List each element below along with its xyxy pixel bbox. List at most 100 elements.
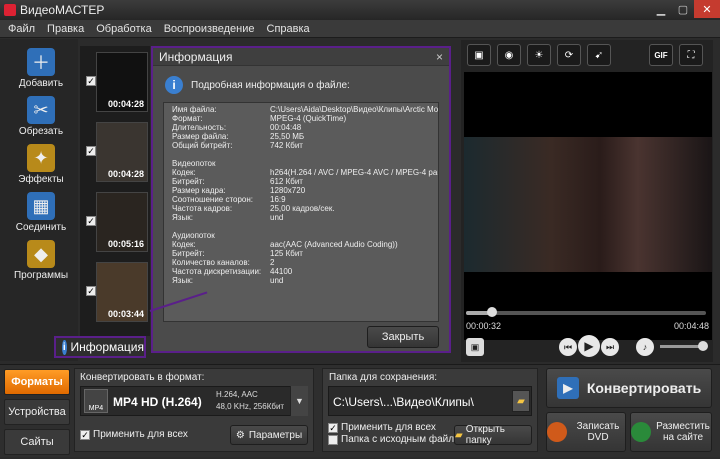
film-cut-icon: ✂ [27,96,55,124]
dialog-close-icon[interactable]: × [436,50,443,64]
info-value: und [270,276,284,285]
join-label: Соединить [15,222,67,233]
brightness-icon[interactable]: ☀ [527,44,551,66]
info-key: Количество каналов: [172,258,250,267]
add-label: Добавить [18,78,64,89]
minimize-icon[interactable]: ▁ [650,0,672,18]
next-icon[interactable]: ⏭ [601,338,619,356]
audio-section-title: Аудиопоток [172,231,215,240]
video-preview[interactable] [464,72,712,340]
crop-icon[interactable]: ▣ [467,44,491,66]
info-key: Битрейт: [172,249,205,258]
file-checkbox[interactable]: ✓ [86,286,96,296]
info-value: aac(AAC (Advanced Audio Coding)) [270,240,398,249]
info-value: h264(H.264 / AVC / MPEG-4 AVC / MPEG-4 p… [270,168,439,177]
tab-devices[interactable]: Устройства [4,399,70,425]
open-folder-button[interactable]: ▰ Открыть папку [454,424,532,446]
folder-icon[interactable]: ▰ [512,390,530,412]
open-folder-icon: ▰ [455,429,463,441]
close-icon[interactable]: ✕ [694,0,720,18]
info-key: Соотношение сторон: [172,195,254,204]
info-key: Частота кадров: [172,204,233,213]
convert-icon: ▶ [556,377,579,399]
effects-button[interactable]: ✦ Эффекты [11,141,71,185]
thumb-duration: 00:03:44 [107,309,144,319]
prev-icon[interactable]: ⏮ [559,338,577,356]
add-button[interactable]: ＋ Добавить [11,45,71,89]
file-checkbox[interactable]: ✓ [86,76,96,86]
speed-icon[interactable]: ➹ [587,44,611,66]
tab-sites[interactable]: Сайты [4,429,70,455]
file-thumbnail[interactable]: 00:04:28 [96,122,148,182]
mp4-format-icon: MP4 [84,389,108,413]
parameters-button[interactable]: ⚙ Параметры [230,425,308,445]
publish-button[interactable]: Разместить на сайте [630,412,712,452]
file-list[interactable]: ✓ 00:04:28 ✓ 00:04:28 ✓ 00:05:16 ✓ 00:03… [80,46,150,336]
tab-formats[interactable]: Форматы [4,369,70,395]
menu-process[interactable]: Обработка [96,23,151,35]
dvd-icon [547,422,567,442]
dialog-close-button[interactable]: Закрыть [367,326,439,348]
rotate-icon[interactable]: ⟳ [557,44,581,66]
volume-icon[interactable]: ♪ [636,338,654,356]
apply-all-checkbox[interactable]: ✓ [80,430,90,440]
info-value: 125 Кбит [270,249,303,258]
file-thumbnail[interactable]: 00:03:44 [96,262,148,322]
info-key: Кодек: [172,240,196,249]
save-apply-all-label: Применить для всех [341,422,436,433]
info-value: und [270,213,284,222]
title-bar: ВидеоМАСТЕР ▁ ▢ ✕ [0,0,720,20]
convert-button[interactable]: ▶ Конвертировать [546,368,712,408]
file-thumbnail[interactable]: 00:04:28 [96,52,148,112]
snapshot-small-icon[interactable]: ▣ [466,338,484,356]
dialog-heading: Подробная информация о файле: [191,80,350,91]
trim-button[interactable]: ✂ Обрезать [11,93,71,137]
parameters-label: Параметры [248,429,303,441]
seek-bar[interactable] [466,307,706,317]
info-value: MPEG-4 (QuickTime) [270,114,347,123]
gif-button[interactable]: GIF [649,44,673,66]
menu-file[interactable]: Файл [8,23,35,35]
info-key: Формат: [172,114,203,123]
play-icon[interactable]: ▶ [578,335,600,357]
file-thumbnail[interactable]: 00:05:16 [96,192,148,252]
thumb-duration: 00:04:28 [107,99,144,109]
info-value: 1280x720 [270,186,306,195]
info-value: 612 Кбит [270,177,303,186]
maximize-icon[interactable]: ▢ [672,0,694,18]
thumb-duration: 00:05:16 [107,239,144,249]
info-key: Язык: [172,213,193,222]
file-checkbox[interactable]: ✓ [86,216,96,226]
globe-icon [631,422,651,442]
info-value: 00:04:48 [270,123,302,132]
programs-button[interactable]: ◆ Программы [11,237,71,281]
file-checkbox[interactable]: ✓ [86,146,96,156]
fullscreen-icon[interactable]: ⛶ [679,44,703,66]
same-folder-checkbox[interactable] [328,435,338,445]
current-time: 00:00:32 [466,321,502,331]
menu-help[interactable]: Справка [267,23,310,35]
programs-icon: ◆ [27,240,55,268]
window-controls: ▁ ▢ ✕ [650,0,720,18]
gear-icon: ⚙ [235,429,245,441]
snapshot-icon[interactable]: ◉ [497,44,521,66]
convert-label: Конвертировать [586,380,702,396]
left-toolbar: ＋ Добавить ✂ Обрезать ✦ Эффекты ▦ Соедин… [0,39,78,361]
burn-dvd-label: Записать DVD [576,421,620,443]
film-join-icon: ▦ [27,192,55,220]
burn-dvd-button[interactable]: Записать DVD [546,412,626,452]
volume-knob[interactable] [698,341,708,351]
info-text-box[interactable]: Имя файла: C:\Users\Aida\Desktop\Видео\Кл… [163,102,439,322]
menu-edit[interactable]: Правка [47,23,84,35]
same-folder-label: Папка с исходным файлом [341,434,467,445]
info-dialog: Информация × i Подробная информация о фа… [151,46,451,353]
menu-playback[interactable]: Воспроизведение [164,23,255,35]
format-tabs: Форматы Устройства Сайты [4,369,70,459]
chevron-down-icon[interactable]: ▼ [290,386,308,416]
save-apply-all-checkbox[interactable]: ✓ [328,423,338,433]
info-button[interactable]: i Информация [54,336,146,358]
join-button[interactable]: ▦ Соединить [11,189,71,233]
info-key: Длительность: [172,123,227,132]
app-logo-icon [4,4,16,16]
menu-bar: Файл Правка Обработка Воспроизведение Сп… [0,20,720,38]
